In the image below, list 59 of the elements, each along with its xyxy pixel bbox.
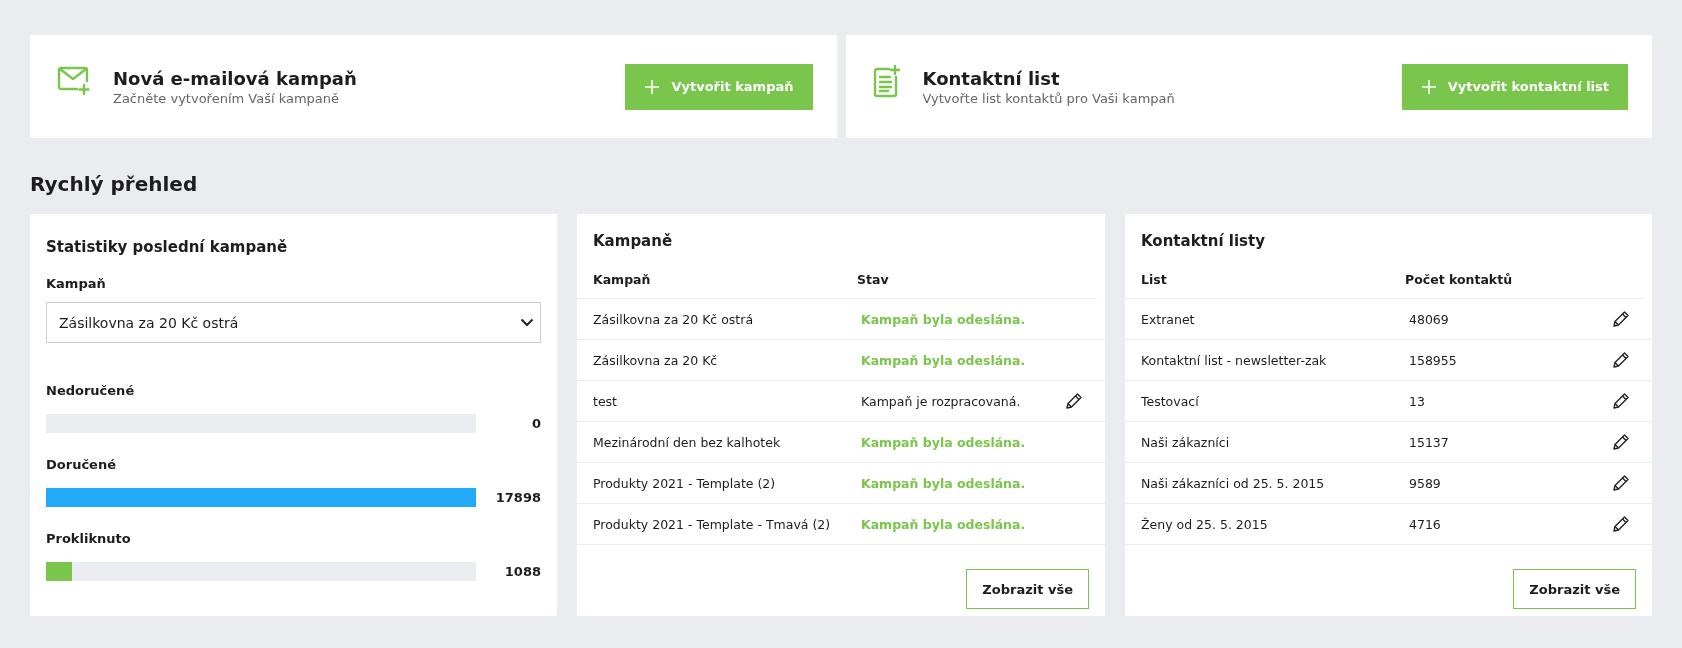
status-text: Kampaň byla odeslána. — [860, 311, 1027, 327]
table-cell-text: Produkty 2021 - Template (2) — [592, 475, 777, 491]
table-cell-text: Ženy od 25. 5. 2015 — [1140, 516, 1269, 532]
column-header: Stav — [856, 271, 890, 287]
table-cell-text: Mezinárodní den bez kalhotek — [592, 434, 782, 450]
status-text: Kampaň byla odeslána. — [860, 434, 1027, 450]
card-subtitle: Začněte vytvořením Vaší kampaně — [113, 90, 341, 106]
pencil-icon[interactable] — [1065, 392, 1083, 410]
pencil-icon[interactable] — [1612, 433, 1630, 451]
card-subtitle: Vytvořte list kontaktů pro Vaši kampaň — [922, 90, 1176, 106]
card-title: Kontaktní list — [922, 67, 1061, 89]
table-cell-text: 48069 — [1408, 311, 1450, 327]
stat-value: 1088 — [503, 564, 541, 579]
stat-label: Nedoručené — [46, 383, 136, 398]
section-heading: Rychlý přehled — [30, 172, 199, 196]
table-cell-text: 158955 — [1408, 352, 1458, 368]
table-cell-text: test — [592, 393, 618, 409]
pencil-icon[interactable] — [1612, 474, 1630, 492]
table-cell-text: 9589 — [1408, 475, 1442, 491]
stat-value: 0 — [530, 416, 541, 431]
column-header: List — [1140, 271, 1168, 287]
plus-icon — [645, 79, 660, 94]
pencil-icon[interactable] — [1612, 310, 1630, 328]
plus-icon — [1421, 79, 1436, 94]
stat-label: Prokliknuto — [46, 531, 132, 546]
table-cell-text: 13 — [1408, 393, 1426, 409]
table-cell-text: Testovací — [1140, 393, 1200, 409]
show-all-button[interactable]: Zobrazit vše — [1513, 569, 1636, 609]
column-header: Kampaň — [592, 271, 652, 287]
table-cell-text: Produkty 2021 - Template - Tmavá (2) — [592, 516, 832, 532]
pencil-icon[interactable] — [1612, 392, 1630, 410]
table-cell-text: Kontaktní list - newsletter-zak — [1140, 352, 1328, 368]
stat-value: 17898 — [494, 490, 541, 505]
table-cell-text: 4716 — [1408, 516, 1442, 532]
document-plus-icon — [872, 63, 901, 98]
show-all-button[interactable]: Zobrazit vše — [966, 569, 1089, 609]
table-cell-text: Zásilkovna za 20 Kč ostrá — [592, 311, 755, 327]
status-text: Kampaň byla odeslána. — [860, 516, 1027, 532]
table-cell-text: Zásilkovna za 20 Kč — [592, 352, 719, 368]
pencil-icon[interactable] — [1612, 515, 1630, 533]
table-cell-text: Extranet — [1140, 311, 1196, 327]
pencil-icon[interactable] — [1612, 351, 1630, 369]
table-cell-text: Naši zákazníci od 25. 5. 2015 — [1140, 475, 1326, 491]
field-label: Kampaň — [46, 276, 107, 291]
panel-title: Statistiky poslední kampaně — [46, 238, 289, 256]
campaign-select[interactable]: Zásilkovna za 20 Kč ostrá — [46, 302, 541, 343]
select-value: Zásilkovna za 20 Kč ostrá — [59, 314, 239, 331]
envelope-plus-icon — [57, 65, 91, 96]
chevron-down-icon — [520, 318, 534, 327]
panel-title: Kontaktní listy — [1140, 232, 1266, 250]
status-text: Kampaň je rozpracovaná. — [860, 393, 1022, 409]
status-text: Kampaň byla odeslána. — [860, 475, 1027, 491]
column-header: Počet kontaktů — [1404, 271, 1514, 287]
stat-label: Doručené — [46, 457, 117, 472]
table-cell-text: Naši zákazníci — [1140, 434, 1231, 450]
status-text: Kampaň byla odeslána. — [860, 352, 1027, 368]
card-title: Nová e-mailová kampaň — [113, 67, 358, 89]
table-cell-text: 15137 — [1408, 434, 1450, 450]
panel-title: Kampaně — [592, 232, 674, 250]
